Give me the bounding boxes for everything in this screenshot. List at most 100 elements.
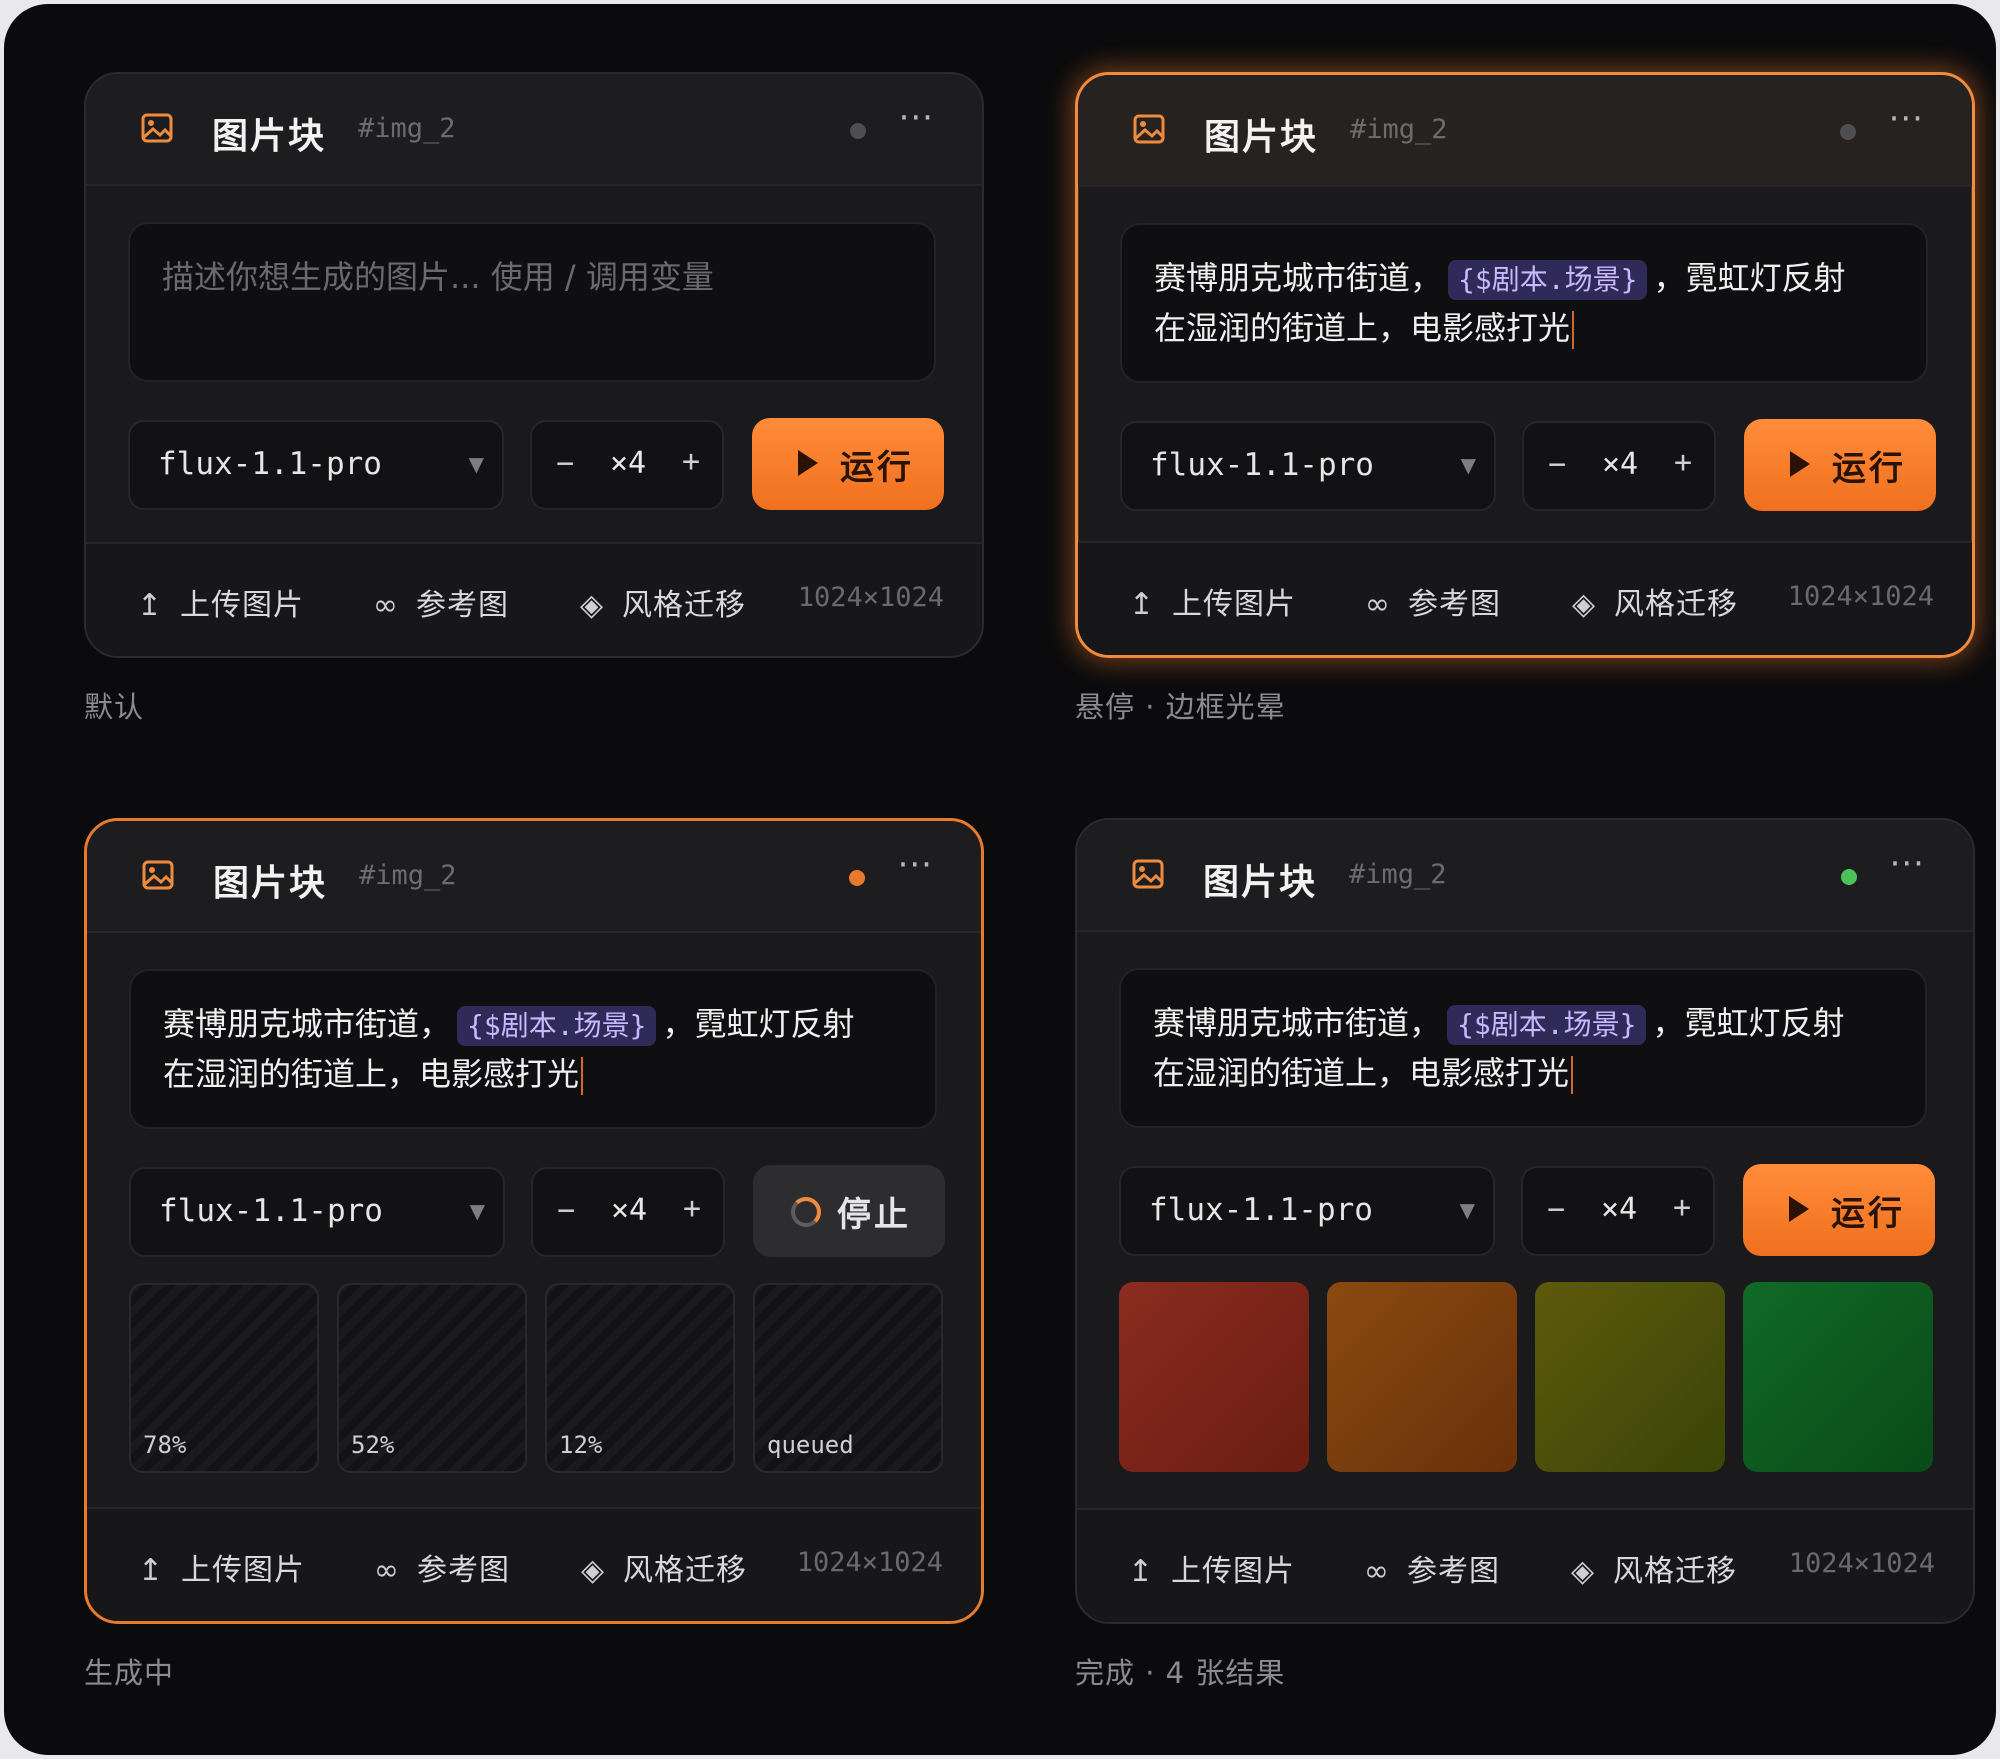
upload-image-button[interactable]: ↥ 上传图片: [132, 580, 304, 624]
upload-image-button[interactable]: ↥ 上传图片: [1124, 579, 1296, 623]
more-icon[interactable]: ···: [899, 98, 934, 138]
result-image[interactable]: [1119, 1282, 1309, 1472]
decrement-button[interactable]: −: [557, 1193, 575, 1228]
run-button[interactable]: 运行: [1743, 1164, 1935, 1256]
upload-label: 上传图片: [181, 1553, 305, 1588]
prompt-input[interactable]: 描述你想生成的图片... 使用 / 调用变量: [128, 222, 936, 382]
upload-image-button[interactable]: ↥ 上传图片: [1123, 1546, 1295, 1590]
link-icon: ∞: [1364, 1554, 1390, 1589]
variable-tag[interactable]: {$剧本.场景}: [1447, 1005, 1647, 1045]
model-select[interactable]: flux-1.1-pro ▼: [128, 420, 504, 510]
prompt-text: ，霓虹灯反射: [1653, 259, 1846, 297]
more-icon[interactable]: ···: [1890, 844, 1925, 884]
image-block-card[interactable]: 图片块 #img_2 ··· 赛博朋克城市街道， {$剧本.场景} ，霓虹灯反射 在…: [84, 818, 984, 1624]
reference-label: 参考图: [416, 588, 509, 623]
block-id: #img_2: [359, 860, 457, 891]
image-block-card[interactable]: 图片块 #img_2 ··· 描述你想生成的图片... 使用 / 调用变量 fl…: [84, 72, 984, 658]
card-title: 图片块: [1204, 117, 1319, 158]
prompt-placeholder: 描述你想生成的图片... 使用 / 调用变量: [162, 258, 714, 296]
reference-image-button[interactable]: ∞ 参考图: [369, 1545, 510, 1589]
image-block-card[interactable]: 图片块 #img_2 ··· 赛博朋克城市街道， {$剧本.场景} ，霓虹灯反射 在…: [1075, 818, 1975, 1624]
chevron-down-icon: ▼: [1459, 1198, 1475, 1222]
card-header: 图片块 #img_2 ···: [1077, 820, 1973, 932]
result-image[interactable]: [1743, 1282, 1933, 1472]
run-button[interactable]: 运行: [752, 418, 944, 510]
stop-label: 停止: [837, 1195, 911, 1235]
image-size: 1024×1024: [796, 1547, 943, 1578]
result-image[interactable]: [1535, 1282, 1725, 1472]
reference-label: 参考图: [417, 1553, 510, 1588]
progress-label: 78%: [143, 1431, 187, 1459]
prompt-text: 赛博朋克城市街道，: [1153, 1004, 1442, 1042]
upload-label: 上传图片: [1172, 587, 1296, 622]
style-label: 风格迁移: [1613, 1554, 1737, 1589]
reference-label: 参考图: [1407, 1554, 1500, 1589]
card-header: 图片块 #img_2 ···: [1078, 75, 1972, 187]
reference-label: 参考图: [1408, 587, 1501, 622]
link-icon: ∞: [373, 588, 399, 623]
chevron-down-icon: ▼: [469, 1199, 485, 1223]
count-value: ×4: [1601, 1192, 1638, 1227]
variable-tag[interactable]: {$剧本.场景}: [1448, 260, 1648, 300]
style-transfer-button[interactable]: ◈ 风格迁移: [1565, 1546, 1737, 1590]
count-stepper: − ×4 +: [531, 1167, 725, 1257]
style-transfer-button[interactable]: ◈ 风格迁移: [575, 1545, 747, 1589]
variable-tag[interactable]: {$剧本.场景}: [457, 1006, 657, 1046]
increment-button[interactable]: +: [1673, 1190, 1691, 1225]
diamond-icon: ◈: [579, 588, 605, 623]
run-button[interactable]: 运行: [1744, 419, 1936, 511]
increment-button[interactable]: +: [683, 1191, 701, 1226]
decrement-button[interactable]: −: [1547, 1192, 1565, 1227]
upload-label: 上传图片: [1171, 1554, 1295, 1589]
model-select[interactable]: flux-1.1-pro ▼: [1120, 421, 1496, 511]
style-transfer-button[interactable]: ◈ 风格迁移: [574, 580, 746, 624]
reference-image-button[interactable]: ∞ 参考图: [1360, 579, 1501, 623]
run-label: 运行: [1832, 449, 1906, 489]
style-transfer-button[interactable]: ◈ 风格迁移: [1566, 579, 1738, 623]
increment-button[interactable]: +: [1674, 445, 1692, 480]
slot-default: 图片块 #img_2 ··· 描述你想生成的图片... 使用 / 调用变量 fl…: [84, 72, 984, 658]
play-icon: [1789, 1196, 1809, 1222]
increment-button[interactable]: +: [682, 444, 700, 479]
spinner-icon: [791, 1197, 821, 1227]
status-dot: [1841, 869, 1857, 885]
upload-icon: ↥: [137, 1553, 165, 1588]
decrement-button[interactable]: −: [1548, 447, 1566, 482]
reference-image-button[interactable]: ∞ 参考图: [1359, 1546, 1500, 1590]
style-label: 风格迁移: [622, 588, 746, 623]
text-caret: [581, 1057, 584, 1095]
prompt-text: 在湿润的街道上，电影感打光: [1153, 1054, 1570, 1092]
stop-button[interactable]: 停止: [753, 1165, 945, 1257]
card-footer: ↥ 上传图片 ∞ 参考图 ◈ 风格迁移 1024×1024: [86, 542, 982, 656]
more-icon[interactable]: ···: [898, 845, 933, 885]
count-value: ×4: [611, 1193, 648, 1228]
card-title: 图片块: [212, 116, 327, 157]
card-title: 图片块: [1203, 862, 1318, 903]
image-grid: 78% 52% 12% queued: [129, 1283, 945, 1473]
pending-image-tile: queued: [753, 1283, 943, 1473]
prompt-input[interactable]: 赛博朋克城市街道， {$剧本.场景} ，霓虹灯反射 在湿润的街道上，电影感打光: [1120, 223, 1928, 383]
image-block-card[interactable]: 图片块 #img_2 ··· 赛博朋克城市街道， {$剧本.场景} ，霓虹灯反射 在…: [1075, 72, 1975, 658]
model-select[interactable]: flux-1.1-pro ▼: [1119, 1166, 1495, 1256]
reference-image-button[interactable]: ∞ 参考图: [368, 580, 509, 624]
decrement-button[interactable]: −: [556, 446, 574, 481]
pending-image-tile: 78%: [129, 1283, 319, 1473]
count-stepper: − ×4 +: [530, 420, 724, 510]
upload-image-button[interactable]: ↥ 上传图片: [133, 1545, 305, 1589]
count-stepper: − ×4 +: [1521, 1166, 1715, 1256]
diamond-icon: ◈: [1570, 1554, 1596, 1589]
result-image[interactable]: [1327, 1282, 1517, 1472]
slot-generating: 图片块 #img_2 ··· 赛博朋克城市街道， {$剧本.场景} ，霓虹灯反射 在…: [84, 818, 984, 1624]
text-caret: [1571, 1056, 1574, 1094]
more-icon[interactable]: ···: [1889, 99, 1924, 139]
prompt-text: ，霓虹灯反射: [1652, 1004, 1845, 1042]
model-select[interactable]: flux-1.1-pro ▼: [129, 1167, 505, 1257]
diamond-icon: ◈: [1571, 587, 1597, 622]
progress-label: 52%: [351, 1431, 395, 1459]
image-icon: [142, 860, 174, 890]
card-title: 图片块: [213, 863, 328, 904]
count-stepper: − ×4 +: [1522, 421, 1716, 511]
prompt-input[interactable]: 赛博朋克城市街道， {$剧本.场景} ，霓虹灯反射 在湿润的街道上，电影感打光: [1119, 968, 1927, 1128]
run-label: 运行: [1831, 1194, 1905, 1234]
prompt-input[interactable]: 赛博朋克城市街道， {$剧本.场景} ，霓虹灯反射 在湿润的街道上，电影感打光: [129, 969, 937, 1129]
